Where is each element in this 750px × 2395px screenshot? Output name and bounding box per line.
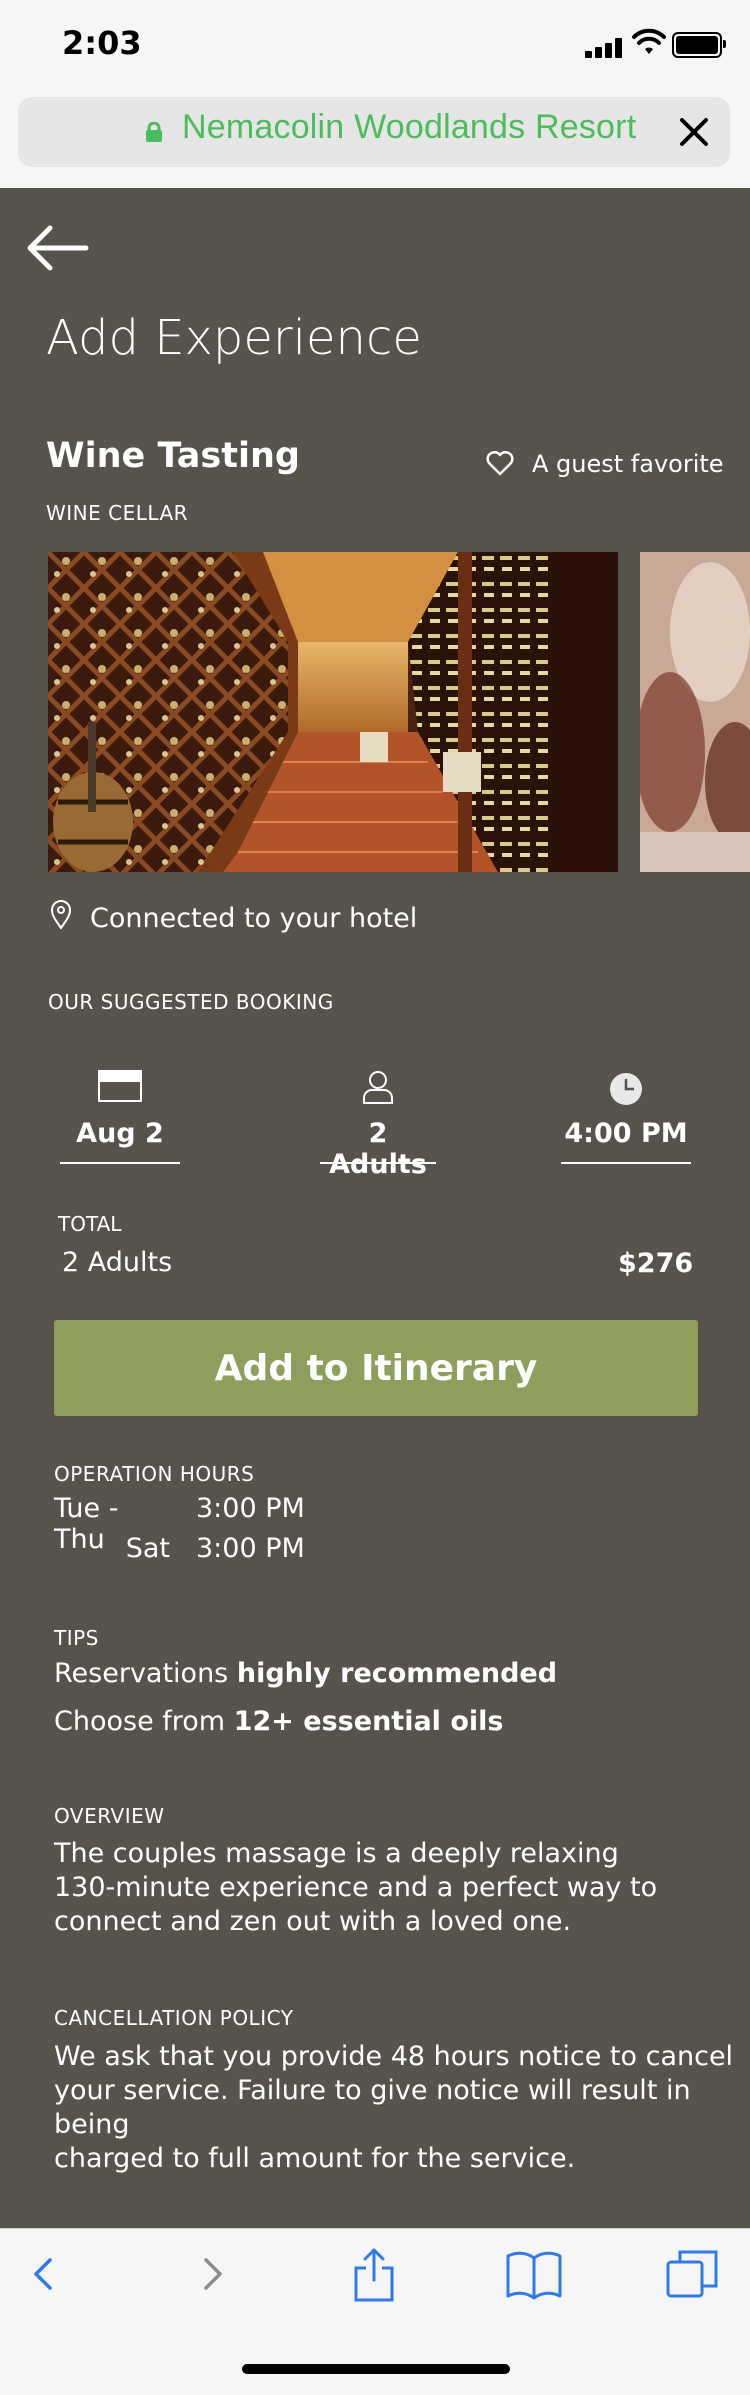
guests-selector[interactable]: 2 Adults: [320, 1070, 436, 1180]
wine-cellar-photo[interactable]: [48, 552, 618, 872]
wine-glasses-photo[interactable]: [640, 552, 750, 872]
location-text: Connected to your hotel: [90, 903, 418, 934]
operation-hours-label: OPERATION HOURS: [54, 1462, 255, 1486]
lock-icon: [146, 122, 162, 142]
cellular-signal-icon: [585, 38, 625, 58]
forward-icon[interactable]: [182, 2246, 242, 2302]
experience-category: WINE CELLAR: [46, 501, 189, 525]
date-value: Aug 2: [76, 1118, 164, 1149]
heart-icon[interactable]: [486, 450, 514, 476]
total-price: $276: [618, 1248, 694, 1279]
back-icon[interactable]: [14, 2246, 74, 2302]
favorite-label: A guest favorite: [532, 450, 724, 478]
date-underline: [60, 1162, 180, 1164]
cancellation-label: CANCELLATION POLICY: [54, 2006, 294, 2030]
back-arrow-icon[interactable]: [26, 225, 90, 271]
time-value: 4:00 PM: [564, 1118, 688, 1149]
tips-label: TIPS: [54, 1626, 99, 1650]
total-guests: 2 Adults: [62, 1247, 173, 1278]
status-time: 2:03: [62, 24, 142, 62]
battery-icon: [672, 32, 726, 58]
tip-2: Choose from 12+ essential oils: [54, 1706, 504, 1737]
person-icon: [363, 1071, 393, 1104]
experience-title: Wine Tasting: [46, 436, 300, 476]
status-bar: 2:03: [0, 0, 750, 92]
hours-days-2: Sat: [125, 1533, 170, 1564]
date-selector[interactable]: Aug 2: [60, 1070, 180, 1166]
tabs-icon[interactable]: [662, 2246, 722, 2302]
time-underline: [561, 1162, 691, 1164]
close-icon[interactable]: [676, 114, 712, 150]
suggested-booking-label: OUR SUGGESTED BOOKING: [48, 990, 334, 1014]
wifi-icon: [632, 28, 666, 54]
calendar-icon: [98, 1070, 142, 1102]
bookmarks-icon[interactable]: [504, 2246, 564, 2302]
location-pin-icon: [50, 900, 72, 930]
hours-time-1: 3:00 PM: [196, 1493, 305, 1524]
time-selector[interactable]: 4:00 PM: [561, 1070, 691, 1166]
cancellation-text: We ask that you provide 48 hours notice …: [54, 2041, 734, 2174]
total-label: TOTAL: [58, 1212, 122, 1236]
share-icon[interactable]: [344, 2246, 404, 2302]
guests-value: 2 Adults: [329, 1118, 427, 1180]
overview-text: The couples massage is a deeply relaxing…: [54, 1838, 658, 1937]
guests-underline: [320, 1162, 436, 1164]
add-to-itinerary-button[interactable]: Add to Itinerary: [54, 1320, 698, 1416]
tip-1: Reservations highly recommended: [54, 1658, 558, 1689]
hours-time-2: 3:00 PM: [196, 1533, 305, 1564]
address-text: Nemacolin Woodlands Resort: [182, 108, 637, 146]
clock-icon: [610, 1073, 642, 1105]
page-title: Add Experience: [46, 310, 422, 366]
home-indicator: [242, 2364, 510, 2374]
overview-label: OVERVIEW: [54, 1804, 165, 1828]
